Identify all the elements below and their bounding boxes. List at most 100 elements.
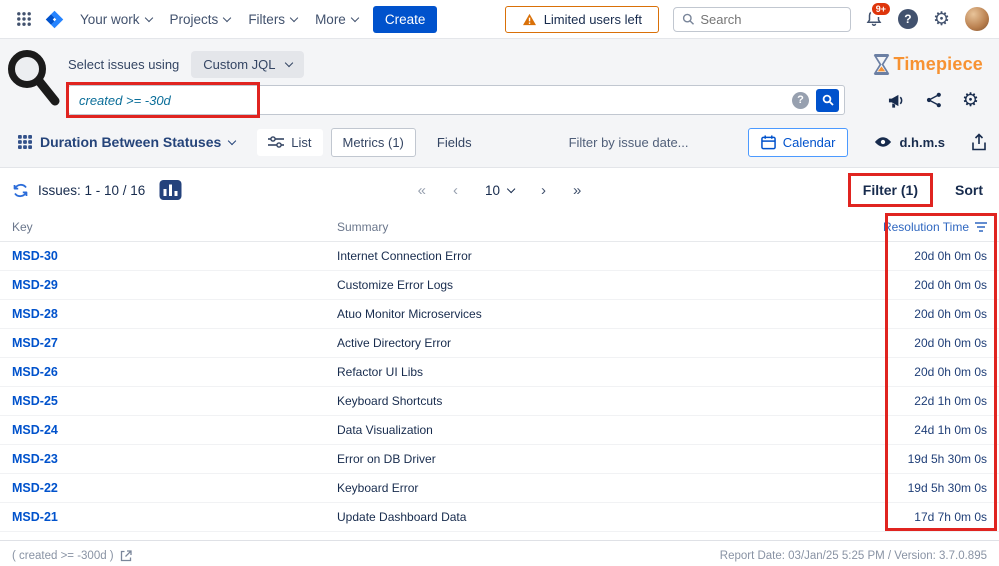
table-row[interactable]: MSD-25 Keyboard Shortcuts 22d 1h 0m 0s	[0, 387, 999, 416]
table-row[interactable]: MSD-28 Atuo Monitor Microservices 20d 0h…	[0, 300, 999, 329]
duration-format-toggle[interactable]: d.h.m.s	[874, 135, 945, 150]
query-mode-value: Custom JQL	[203, 56, 276, 72]
pagination-next[interactable]: ›	[541, 182, 546, 199]
issue-summary: Keyboard Error	[337, 481, 419, 495]
sort-button[interactable]: Sort	[955, 182, 987, 198]
jql-input[interactable]: created >= -30d ?	[66, 82, 845, 118]
create-button[interactable]: Create	[372, 5, 438, 33]
magnifier-logo-icon	[2, 45, 60, 112]
issue-key-link[interactable]: MSD-28	[12, 307, 58, 321]
issue-resolution-time: 19d 5h 30m 0s	[907, 481, 987, 495]
metrics-button[interactable]: Metrics (1)	[330, 127, 416, 157]
jql-row: created >= -30d ? ⚙	[66, 82, 987, 118]
pagination-prev[interactable]: ‹	[453, 182, 458, 199]
column-header-key[interactable]: Key	[12, 220, 337, 234]
pagination-first[interactable]: «	[418, 182, 426, 199]
calendar-label: Calendar	[782, 134, 836, 150]
issue-key-link[interactable]: MSD-29	[12, 278, 58, 292]
notifications-button[interactable]: 9+	[865, 0, 892, 31]
issues-count: Issues: 1 - 10 / 16	[38, 182, 146, 198]
table-row[interactable]: MSD-21 Update Dashboard Data 17d 7h 0m 0…	[0, 503, 999, 532]
filter-by-issue-date[interactable]: Filter by issue date...	[569, 135, 689, 150]
list-label: List	[291, 134, 312, 150]
report-footer: ( created >= -300d ) Report Date: 03/Jan…	[0, 540, 999, 566]
issues-control-bar: Issues: 1 - 10 / 16 « ‹ 10 › » Filter (1…	[0, 168, 999, 212]
issue-key-link[interactable]: MSD-27	[12, 336, 58, 350]
issue-key-link[interactable]: MSD-23	[12, 452, 58, 466]
bar-chart-icon	[159, 180, 182, 200]
chevron-down-icon	[144, 13, 153, 22]
report-type-label: Duration Between Statuses	[40, 134, 222, 150]
toolbar-right-group: Calendar d.h.m.s	[747, 127, 987, 157]
list-view-toggle[interactable]: List	[257, 128, 323, 156]
issue-summary: Customize Error Logs	[337, 278, 454, 292]
issue-key-link[interactable]: MSD-21	[12, 510, 58, 524]
refresh-icon	[13, 183, 28, 197]
chevron-down-icon	[506, 184, 516, 193]
sliders-icon	[268, 136, 285, 148]
nav-your-work[interactable]: Your work	[71, 6, 161, 33]
page-size-dropdown[interactable]: 10	[485, 183, 516, 198]
table-row[interactable]: MSD-29 Customize Error Logs 20d 0h 0m 0s	[0, 271, 999, 300]
issue-key-link[interactable]: MSD-30	[12, 249, 58, 263]
search-icon	[822, 94, 834, 106]
issue-resolution-time: 24d 1h 0m 0s	[914, 423, 987, 437]
help-button[interactable]: ?	[897, 9, 918, 29]
issue-resolution-time: 17d 7h 0m 0s	[914, 510, 987, 524]
jql-help-icon[interactable]: ?	[792, 91, 809, 109]
table-row[interactable]: MSD-24 Data Visualization 24d 1h 0m 0s	[0, 416, 999, 445]
table-row[interactable]: MSD-22 Keyboard Error 19d 5h 30m 0s	[0, 474, 999, 503]
nav-projects[interactable]: Projects	[161, 6, 240, 33]
duration-format-label: d.h.m.s	[899, 134, 945, 150]
refresh-button[interactable]	[12, 182, 29, 199]
global-search-input[interactable]	[700, 11, 842, 27]
nav-projects-label: Projects	[169, 11, 219, 27]
timepiece-brand: Timepiece	[873, 53, 987, 75]
calendar-button[interactable]: Calendar	[747, 127, 849, 157]
global-search[interactable]	[672, 6, 851, 32]
app-switcher-icon[interactable]	[10, 7, 38, 31]
notification-badge: 9+	[869, 0, 892, 17]
nav-filters[interactable]: Filters	[239, 6, 306, 33]
issue-key-link[interactable]: MSD-22	[12, 481, 58, 495]
warning-label: Limited users left	[543, 11, 642, 27]
issue-resolution-time: 20d 0h 0m 0s	[914, 365, 987, 379]
footer-report-info: Report Date: 03/Jan/25 5:25 PM / Version…	[719, 549, 987, 562]
issue-key-link[interactable]: MSD-26	[12, 365, 58, 379]
share-icon[interactable]	[926, 92, 942, 108]
external-link-icon[interactable]	[120, 549, 132, 562]
nav-filters-label: Filters	[248, 11, 286, 27]
column-header-resolution-time[interactable]: Resolution Time	[837, 220, 987, 234]
timepiece-settings-gear-icon[interactable]: ⚙	[962, 91, 979, 110]
topnav-right-icons: 9+ ? ⚙	[865, 0, 989, 31]
jira-logo-icon[interactable]	[38, 5, 71, 34]
table-row[interactable]: MSD-27 Active Directory Error 20d 0h 0m …	[0, 329, 999, 358]
pagination-last[interactable]: »	[573, 182, 581, 199]
chevron-down-icon	[289, 13, 299, 22]
table-row[interactable]: MSD-23 Error on DB Driver 19d 5h 30m 0s	[0, 445, 999, 474]
resolution-time-header-label: Resolution Time	[882, 219, 969, 234]
table-row[interactable]: MSD-30 Internet Connection Error 20d 0h …	[0, 242, 999, 271]
issue-summary: Error on DB Driver	[337, 452, 436, 466]
metrics-label: Metrics (1)	[342, 134, 404, 150]
chevron-down-icon	[350, 13, 360, 22]
issue-resolution-time: 20d 0h 0m 0s	[914, 307, 987, 321]
user-avatar[interactable]	[965, 7, 989, 31]
export-icon[interactable]	[971, 133, 987, 151]
nav-more[interactable]: More	[306, 6, 367, 33]
chart-view-button[interactable]	[159, 180, 182, 200]
report-type-dropdown[interactable]: Duration Between Statuses	[12, 130, 241, 154]
column-header-summary[interactable]: Summary	[337, 220, 837, 234]
jql-search-button[interactable]	[816, 88, 839, 112]
query-mode-dropdown[interactable]: Custom JQL	[191, 50, 304, 78]
warning-triangle-icon	[522, 13, 536, 25]
limited-users-warning[interactable]: Limited users left	[504, 5, 659, 33]
issue-key-link[interactable]: MSD-25	[12, 394, 58, 408]
announcement-megaphone-icon[interactable]	[887, 92, 906, 109]
table-row[interactable]: MSD-26 Refactor UI Libs 20d 0h 0m 0s	[0, 358, 999, 387]
footer-jql-text: ( created >= -300d )	[12, 549, 114, 562]
issue-key-link[interactable]: MSD-24	[12, 423, 58, 437]
settings-gear-icon[interactable]: ⚙	[933, 10, 950, 29]
filter-button[interactable]: Filter (1)	[847, 173, 933, 207]
fields-button[interactable]: Fields	[426, 129, 483, 156]
